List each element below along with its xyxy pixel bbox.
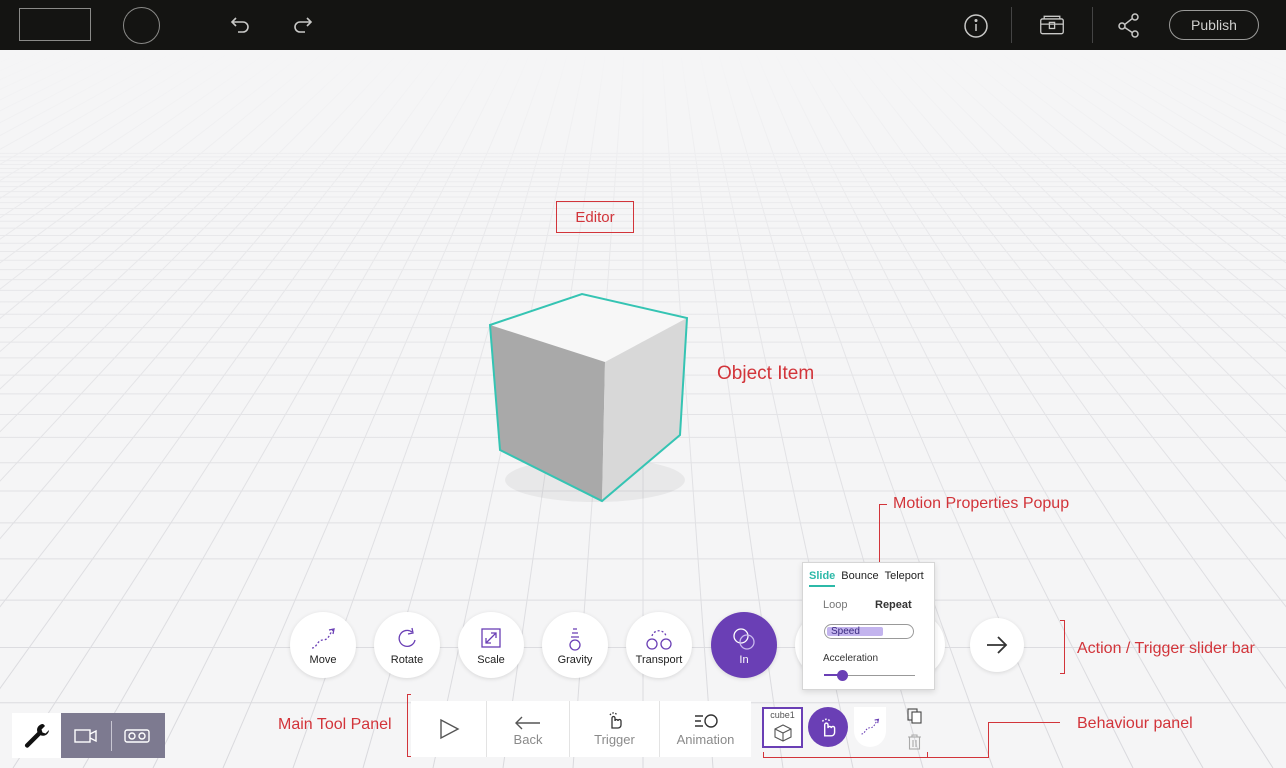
annotation-leader [988, 722, 989, 758]
undo-icon[interactable] [226, 12, 252, 38]
annotation-bracket [1060, 620, 1065, 621]
vr-headset-icon [124, 728, 150, 743]
main-tool-panel-annotation: Main Tool Panel [278, 716, 392, 733]
repeat-option[interactable]: Repeat [875, 599, 912, 611]
cube-object[interactable] [480, 285, 700, 510]
popup-tabs: Slide Bounce Teleport [803, 563, 934, 589]
annotation-leader [763, 752, 764, 758]
toolbar-separator [1011, 7, 1012, 43]
action-in-button[interactable]: In [711, 612, 777, 678]
annotation-leader [879, 504, 887, 505]
main-tool-panel: Back Trigger Animation [411, 701, 751, 757]
tap-hand-icon [821, 718, 836, 737]
play-button[interactable] [411, 701, 487, 757]
motion-popup-annotation: Motion Properties Popup [893, 495, 1070, 512]
annotation-bracket [1060, 673, 1065, 674]
annotation-bracket [1064, 620, 1065, 674]
action-rotate-button[interactable]: Rotate [374, 612, 440, 678]
behaviour-panel: cube1 [760, 703, 900, 755]
object-item-annotation: Object Item [717, 363, 815, 384]
slider-next-button[interactable] [970, 618, 1024, 672]
speed-slider[interactable]: Speed [824, 624, 914, 639]
action-scale-button[interactable]: Scale [458, 612, 524, 678]
action-gravity-button[interactable]: Gravity [542, 612, 608, 678]
video-camera-icon [74, 728, 97, 743]
annotation-leader [879, 504, 880, 563]
arrow-left-icon [515, 716, 540, 730]
logo-placeholder-rect [19, 8, 91, 41]
view-mode-group [61, 713, 165, 758]
motion-properties-popup: Slide Bounce Teleport Loop Repeat Speed … [802, 562, 935, 690]
treasure-chest-icon[interactable] [1039, 12, 1069, 38]
behaviour-trigger-node[interactable] [808, 707, 848, 747]
vr-view-button[interactable] [112, 713, 162, 758]
play-icon [439, 718, 459, 740]
toolbar-separator [1092, 7, 1093, 43]
annotation-leader [988, 722, 1060, 723]
annotation-bracket [407, 694, 411, 695]
arrow-right-icon [987, 636, 1008, 654]
camera-view-button[interactable] [61, 713, 111, 758]
behaviour-side-actions [904, 706, 926, 754]
acceleration-label: Acceleration [823, 653, 879, 664]
info-icon[interactable] [963, 12, 989, 38]
copy-icon [907, 708, 922, 724]
wrench-icon [24, 723, 49, 748]
loop-option[interactable]: Loop [823, 599, 847, 611]
animation-icon [694, 714, 718, 728]
action-move-button[interactable]: Move [290, 612, 356, 678]
tab-bounce[interactable]: Bounce [841, 570, 878, 582]
settings-tool-button[interactable] [12, 713, 61, 758]
share-icon[interactable] [1116, 12, 1142, 38]
object-chip[interactable]: cube1 [762, 707, 803, 748]
back-button[interactable]: Back [487, 701, 570, 757]
action-bar-annotation: Action / Trigger slider bar [1077, 640, 1255, 657]
trigger-button[interactable]: Trigger [570, 701, 660, 757]
acceleration-slider-handle[interactable] [837, 670, 848, 681]
speed-label: Speed [831, 626, 860, 637]
annotation-bracket [407, 694, 408, 757]
behaviour-motion-node[interactable] [854, 707, 886, 747]
animation-button[interactable]: Animation [660, 701, 751, 757]
top-bar: Publish [0, 0, 1286, 50]
cube-icon [774, 724, 792, 742]
annotation-leader [763, 757, 989, 758]
annotation-leader [927, 752, 928, 758]
publish-button[interactable]: Publish [1169, 10, 1259, 40]
trash-icon [908, 734, 921, 750]
tap-hand-icon [608, 712, 622, 729]
object-name-label: cube1 [770, 710, 795, 720]
behaviour-panel-annotation: Behaviour panel [1077, 715, 1193, 732]
tab-slide[interactable]: Slide [809, 570, 836, 587]
logo-placeholder-circle [123, 7, 160, 44]
tab-teleport[interactable]: Teleport [885, 570, 924, 582]
editor-annotation: Editor [556, 201, 634, 233]
action-transport-button[interactable]: Transport [626, 612, 692, 678]
redo-icon[interactable] [291, 12, 317, 38]
move-path-icon [861, 718, 880, 735]
